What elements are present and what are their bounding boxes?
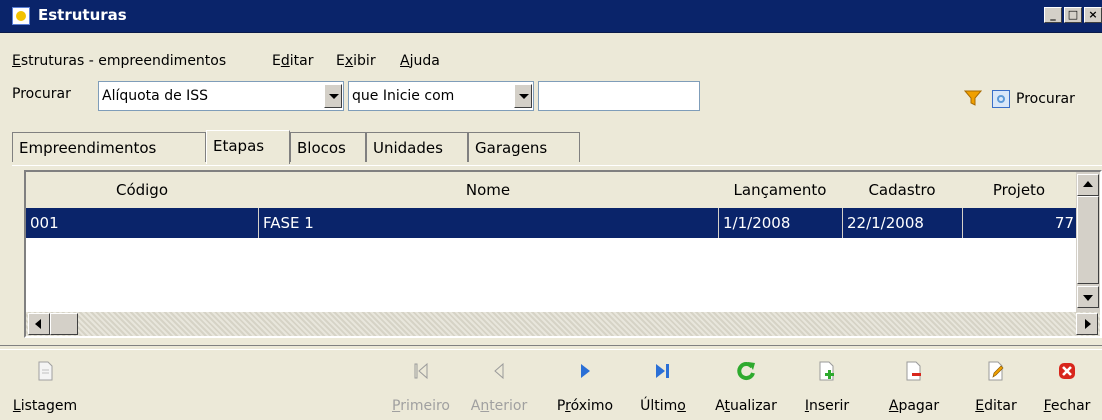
column-header-codigo[interactable]: Código (26, 172, 258, 208)
window-title: Estruturas (38, 6, 127, 24)
last-record-icon (656, 364, 669, 378)
chevron-down-icon[interactable] (324, 84, 342, 108)
cell-cadastro: 22/1/2008 (842, 208, 962, 238)
chevron-down-icon[interactable] (514, 84, 532, 108)
insert-icon (819, 361, 834, 381)
search-condition-select[interactable]: que Inicie com (348, 81, 534, 111)
column-header-projeto[interactable]: Projeto (962, 172, 1076, 208)
menu-estruturas-empreendimentos[interactable]: Estruturas - empreendimentos (12, 53, 226, 69)
menu-editar[interactable]: Editar (272, 53, 313, 69)
horizontal-scroll-thumb[interactable] (50, 313, 78, 335)
search-window-icon (992, 90, 1010, 108)
tab-unidades[interactable]: Unidades (366, 132, 468, 162)
tab-blocos[interactable]: Blocos (290, 132, 366, 162)
chevron-up-icon (1083, 181, 1093, 187)
tab-empreendimentos[interactable]: Empreendimentos (12, 132, 206, 162)
edit-icon (988, 361, 1004, 381)
search-bar: Procurar Alíquota de ISS que Inicie com (0, 78, 1102, 114)
chevron-left-icon (35, 319, 41, 329)
close-window-button[interactable]: × (1084, 7, 1102, 23)
delete-icon (906, 361, 921, 381)
menu-ajuda[interactable]: Ajuda (400, 53, 440, 69)
previous-record-icon (494, 362, 504, 380)
cell-codigo: 001 (30, 214, 59, 232)
report-icon (38, 361, 53, 381)
scroll-down-button[interactable] (1077, 286, 1099, 308)
tab-etapas[interactable]: Etapas (206, 130, 290, 164)
search-label: Procurar (12, 86, 71, 102)
horizontal-scrollbar[interactable] (26, 312, 1100, 336)
vertical-scrollbar[interactable] (1076, 172, 1100, 312)
app-icon (12, 7, 30, 25)
maximize-button[interactable]: □ (1064, 7, 1082, 23)
last-record-button[interactable]: Último (628, 360, 698, 418)
scroll-right-button[interactable] (1076, 313, 1098, 335)
window-titlebar: Estruturas _ □ × (0, 0, 1102, 33)
funnel-icon[interactable] (964, 90, 982, 106)
scroll-up-button[interactable] (1077, 174, 1099, 196)
chevron-right-icon (1085, 319, 1091, 329)
search-field-value: Alíquota de ISS (102, 88, 209, 104)
column-header-lancamento[interactable]: Lançamento (718, 172, 842, 208)
refresh-icon (737, 362, 755, 381)
delete-button[interactable]: Apagar (874, 360, 954, 418)
cell-projeto: 77 (962, 208, 1076, 238)
search-field-select[interactable]: Alíquota de ISS (98, 81, 344, 111)
table-row[interactable]: 001 FASE 1 1/1/2008 22/1/2008 77 (26, 208, 1076, 238)
column-header-cadastro[interactable]: Cadastro (842, 172, 962, 208)
action-toolbar: Listagem Primeiro Anterior Próximo Últim… (0, 350, 1102, 420)
refresh-button[interactable]: Atualizar (706, 360, 786, 418)
first-record-button[interactable]: Primeiro (386, 360, 456, 418)
edit-button[interactable]: Editar (966, 360, 1026, 418)
data-grid[interactable]: Código Nome Lançamento Cadastro Projeto … (24, 170, 1102, 338)
close-button[interactable]: Fechar (1036, 360, 1098, 418)
previous-record-button[interactable]: Anterior (464, 360, 534, 418)
first-record-icon (414, 362, 428, 380)
next-record-icon (581, 364, 590, 378)
column-header-nome[interactable]: Nome (258, 172, 718, 208)
search-input[interactable] (538, 81, 700, 111)
listagem-button[interactable]: Listagem (10, 360, 80, 418)
menu-exibir[interactable]: Exibir (336, 53, 376, 69)
menu-bar: Estruturas - empreendimentos Editar Exib… (0, 33, 1102, 69)
next-record-button[interactable]: Próximo (550, 360, 620, 418)
vertical-scroll-thumb[interactable] (1077, 196, 1099, 284)
minimize-button[interactable]: _ (1044, 7, 1062, 23)
cell-lancamento: 1/1/2008 (718, 208, 842, 238)
chevron-down-icon (1083, 295, 1093, 301)
close-icon (1059, 363, 1075, 379)
scroll-left-button[interactable] (28, 313, 50, 335)
tab-garagens[interactable]: Garagens (468, 132, 580, 162)
cell-nome: FASE 1 (258, 208, 718, 238)
search-condition-value: que Inicie com (352, 88, 455, 104)
grid-header: Código Nome Lançamento Cadastro Projeto (26, 172, 1076, 208)
insert-button[interactable]: Inserir (792, 360, 862, 418)
